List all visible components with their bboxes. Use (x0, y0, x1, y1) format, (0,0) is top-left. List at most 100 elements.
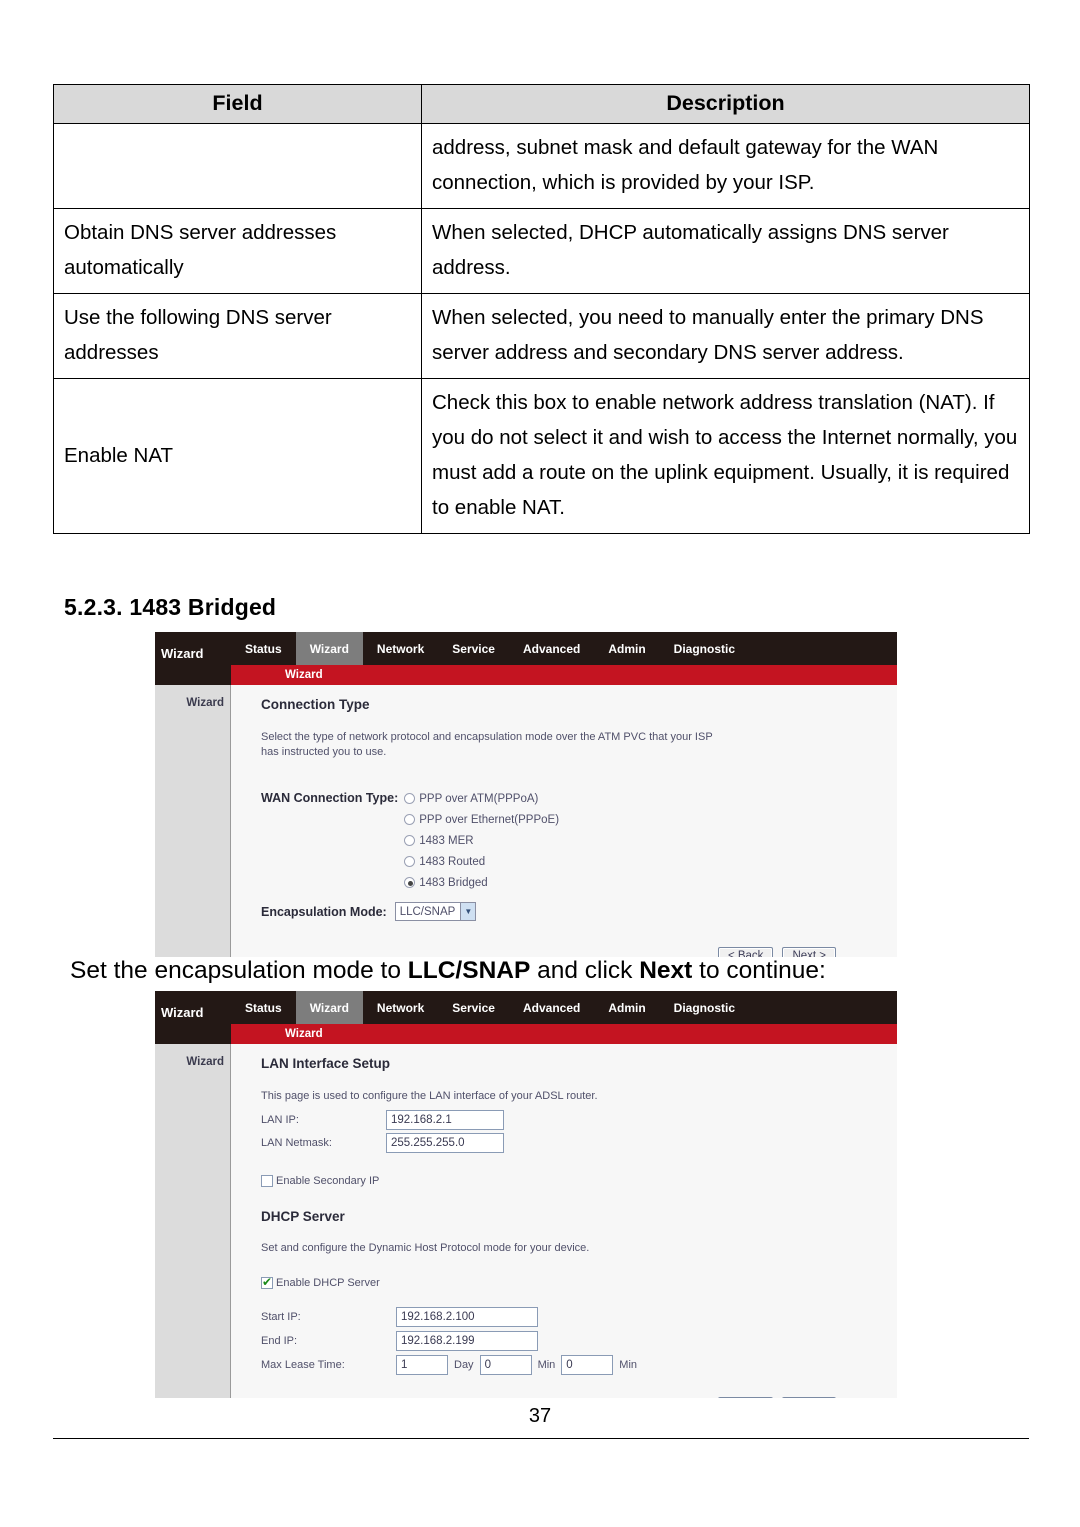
router-body: Wizard LAN Interface Setup This page is … (155, 1044, 897, 1398)
lan-interface-setup-description: This page is used to configure the LAN i… (261, 1090, 598, 1102)
router-body: Wizard Connection Type Select the type o… (155, 685, 897, 957)
encapsulation-mode-select[interactable]: LLC/SNAP ▼ (394, 902, 477, 921)
nav-item-advanced[interactable]: Advanced (509, 991, 594, 1024)
wizard-button-row: < Back Next > (261, 1397, 897, 1398)
table-cell-description: When selected, you need to manually ente… (421, 293, 1030, 379)
nav-item-wizard[interactable]: Wizard (295, 632, 363, 665)
nav-item-status[interactable]: Status (231, 632, 296, 665)
radio-option-1483-routed[interactable]: 1483 Routed (404, 851, 559, 872)
table-cell-field (53, 123, 422, 209)
nav-item-diagnostic[interactable]: Diagnostic (660, 632, 749, 665)
lan-netmask-input[interactable]: 255.255.255.0 (386, 1133, 504, 1153)
lan-ip-input[interactable]: 192.168.2.1 (386, 1110, 504, 1130)
nav-item-advanced[interactable]: Advanced (509, 632, 594, 665)
checkbox-icon[interactable] (261, 1175, 273, 1187)
table-row: address, subnet mask and default gateway… (53, 123, 1030, 209)
dhcp-server-description: Set and configure the Dynamic Host Proto… (261, 1242, 590, 1254)
radio-option-1483-bridged[interactable]: 1483 Bridged (404, 872, 559, 893)
radio-option-1483-mer[interactable]: 1483 MER (404, 830, 559, 851)
wan-connection-type-group: WAN Connection Type: PPP over ATM(PPPoA)… (261, 788, 897, 893)
next-button[interactable]: Next > (782, 1397, 836, 1398)
instruction-part-3: to continue: (692, 957, 826, 984)
table-row: Obtain DNS server addresses automaticall… (53, 208, 1030, 294)
instruction-text: Set the encapsulation mode to LLC/SNAP a… (70, 957, 826, 985)
back-button[interactable]: < Back (717, 1397, 774, 1398)
router-nav: Status Wizard Network Service Advanced A… (231, 991, 897, 1024)
router-content-pane: Connection Type Select the type of netwo… (231, 685, 897, 957)
nav-item-network[interactable]: Network (363, 991, 438, 1024)
router-nav: Status Wizard Network Service Advanced A… (231, 632, 897, 665)
table-cell-description: When selected, DHCP automatically assign… (421, 208, 1030, 294)
nav-item-diagnostic[interactable]: Diagnostic (660, 991, 749, 1024)
wan-connection-type-radio-list: PPP over ATM(PPPoA) PPP over Ethernet(PP… (404, 788, 559, 893)
instruction-part-1: Set the encapsulation mode to (70, 957, 408, 984)
lan-ip-row: LAN IP: 192.168.2.1 (261, 1110, 897, 1130)
radio-label: PPP over Ethernet(PPPoE) (419, 813, 560, 826)
nav-item-service[interactable]: Service (438, 632, 509, 665)
table-row: Enable NAT Check this box to enable netw… (53, 378, 1030, 534)
router-subnav-bar: Wizard (155, 665, 897, 685)
router-subnav-spacer (155, 1024, 231, 1044)
end-ip-row: End IP: 192.168.2.199 (261, 1331, 897, 1351)
radio-icon[interactable] (404, 856, 416, 867)
table-cell-description: address, subnet mask and default gateway… (421, 123, 1030, 209)
radio-icon[interactable] (404, 835, 416, 846)
max-lease-time-label: Max Lease Time: (261, 1359, 345, 1371)
table-cell-field: Use the following DNS server addresses (53, 293, 422, 379)
start-ip-label: Start IP: (261, 1311, 301, 1323)
radio-option-pppoe[interactable]: PPP over Ethernet(PPPoE) (404, 809, 559, 830)
next-button[interactable]: Next > (782, 947, 836, 957)
enable-secondary-ip-row[interactable]: Enable Secondary IP (261, 1175, 897, 1187)
radio-icon-selected[interactable] (404, 877, 416, 888)
lease-day-input[interactable]: 1 (396, 1355, 448, 1375)
radio-label: 1483 Routed (419, 855, 486, 868)
router-subnav-bar: Wizard (155, 1024, 897, 1044)
table-cell-field: Obtain DNS server addresses automaticall… (53, 208, 422, 294)
table-header-field: Field (53, 84, 422, 124)
instruction-bold-llcsnap: LLC/SNAP (407, 957, 531, 984)
radio-label: PPP over ATM(PPPoA) (419, 792, 539, 805)
nav-item-service[interactable]: Service (438, 991, 509, 1024)
enable-dhcp-server-label: Enable DHCP Server (276, 1277, 380, 1289)
router-top-navbar: Wizard Status Wizard Network Service Adv… (155, 632, 897, 665)
router-brand-label: Wizard (161, 646, 204, 661)
router-screenshot-connection-type: Wizard Status Wizard Network Service Adv… (155, 632, 897, 957)
router-content-pane: LAN Interface Setup This page is used to… (231, 1044, 897, 1398)
connection-type-description: Select the type of network protocol and … (261, 731, 713, 758)
nav-item-wizard[interactable]: Wizard (295, 991, 363, 1024)
nav-item-admin[interactable]: Admin (594, 991, 659, 1024)
router-screenshot-lan-setup: Wizard Status Wizard Network Service Adv… (155, 991, 897, 1398)
lease-minute-unit: Min (619, 1359, 638, 1371)
radio-icon[interactable] (404, 814, 416, 825)
nav-item-network[interactable]: Network (363, 632, 438, 665)
back-button[interactable]: < Back (717, 947, 774, 957)
lease-minute-input[interactable]: 0 (561, 1355, 614, 1375)
lease-hour-unit: Min (537, 1359, 556, 1371)
chevron-down-icon[interactable]: ▼ (460, 903, 476, 920)
page-number: 37 (528, 1405, 552, 1427)
encapsulation-mode-label: Encapsulation Mode: (261, 904, 387, 919)
router-subnav-label: Wizard (231, 1024, 897, 1044)
checkbox-icon-checked[interactable] (261, 1275, 273, 1289)
start-ip-input[interactable]: 192.168.2.100 (396, 1307, 538, 1327)
router-subnav-spacer (155, 665, 231, 685)
lan-ip-label: LAN IP: (261, 1114, 299, 1126)
nav-item-admin[interactable]: Admin (594, 632, 659, 665)
radio-icon[interactable] (404, 793, 416, 804)
radio-option-pppoa[interactable]: PPP over ATM(PPPoA) (404, 788, 559, 809)
wan-connection-type-label: WAN Connection Type: (261, 791, 399, 805)
sidebar-item-wizard[interactable]: Wizard (155, 697, 224, 709)
max-lease-time-row: Max Lease Time: 1 Day 0 Min 0 Min (261, 1355, 897, 1375)
enable-dhcp-server-row[interactable]: Enable DHCP Server (261, 1275, 897, 1289)
document-page: Field Description address, subnet mask a… (0, 0, 1080, 1527)
enable-secondary-ip-label: Enable Secondary IP (276, 1175, 380, 1187)
dhcp-server-title: DHCP Server (261, 1209, 345, 1224)
sidebar-item-wizard[interactable]: Wizard (155, 1056, 224, 1068)
footer-divider (53, 1438, 1029, 1439)
section-heading: 5.2.3. 1483 Bridged (64, 594, 277, 620)
end-ip-input[interactable]: 192.168.2.199 (396, 1331, 538, 1351)
connection-type-title: Connection Type (261, 697, 370, 712)
router-sidebar: Wizard (155, 1044, 231, 1398)
nav-item-status[interactable]: Status (231, 991, 296, 1024)
lease-hour-input[interactable]: 0 (479, 1355, 532, 1375)
